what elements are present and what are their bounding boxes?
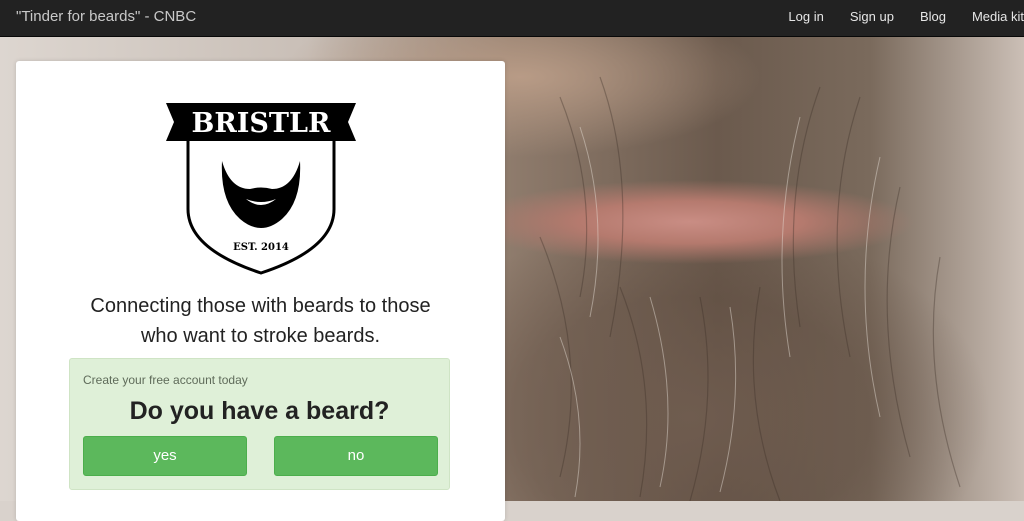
nav-blog-link[interactable]: Blog	[894, 9, 946, 24]
beard-shield-icon: BRISTLR EST. 2014	[166, 103, 356, 275]
nav-signup-link[interactable]: Sign up	[824, 9, 894, 24]
beard-question: Do you have a beard?	[129, 397, 390, 425]
signup-subtitle: Create your free account today	[83, 373, 248, 387]
navbar-brand[interactable]: "Tinder for beards" - CNBC	[16, 8, 196, 25]
logo-est: EST. 2014	[233, 242, 289, 253]
nav-login-link[interactable]: Log in	[762, 9, 823, 24]
tagline: Connecting those with beards to those wh…	[16, 291, 505, 351]
top-navbar: "Tinder for beards" - CNBC Log in Sign u…	[0, 0, 1024, 37]
nav-media-kit-link[interactable]: Media kit	[946, 9, 1024, 24]
no-button[interactable]: no	[274, 436, 438, 476]
signup-panel: Create your free account today Do you ha…	[69, 358, 450, 490]
tagline-line-2: who want to stroke beards.	[140, 325, 380, 347]
logo-name: BRISTLR	[192, 108, 331, 139]
bristlr-logo: BRISTLR EST. 2014	[164, 91, 358, 281]
yes-button[interactable]: yes	[83, 436, 247, 476]
navbar-links: Log in Sign up Blog Media kit	[762, 9, 1024, 24]
tagline-line-1: Connecting those with beards to those	[90, 295, 431, 317]
signup-card: BRISTLR EST. 2014 Connecting those with …	[16, 61, 505, 521]
